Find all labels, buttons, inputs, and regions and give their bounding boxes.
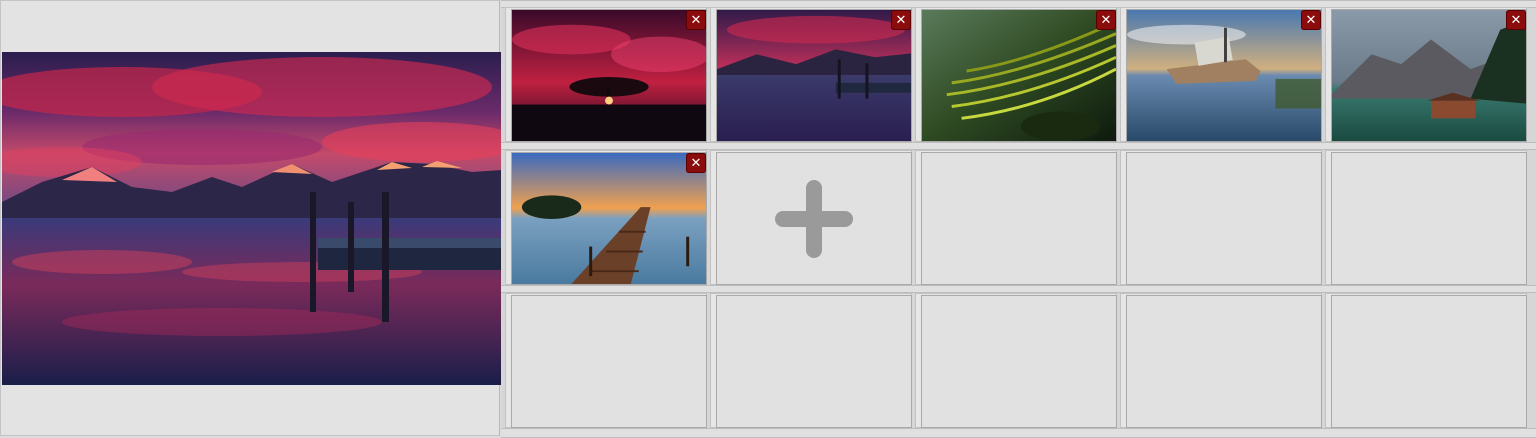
empty-cell xyxy=(716,295,912,428)
grid-slot xyxy=(915,293,1117,428)
grid-slot xyxy=(710,293,912,428)
grid-slot xyxy=(505,293,707,428)
plus-icon xyxy=(775,179,853,258)
thumbnail-wooden-pier[interactable] xyxy=(512,153,706,284)
empty-cell xyxy=(511,295,707,428)
thumbnail-shipwreck[interactable] xyxy=(1127,10,1321,141)
row-separator xyxy=(501,428,1536,438)
empty-cell xyxy=(1126,152,1322,285)
preview-pane xyxy=(0,0,502,436)
image-cell[interactable]: ✕ xyxy=(1126,9,1322,142)
image-cell[interactable]: ✕ xyxy=(716,9,912,142)
image-grid: ✕ ✕ ✕ ✕ ✕ ✕ xyxy=(501,0,1536,438)
grid-slot: ✕ xyxy=(710,7,912,142)
thumbnail-red-sky-tree[interactable] xyxy=(512,10,706,141)
empty-cell xyxy=(921,152,1117,285)
empty-cell xyxy=(1331,152,1527,285)
grid-slot xyxy=(915,150,1117,285)
image-cell[interactable]: ✕ xyxy=(511,152,707,285)
remove-image-button[interactable]: ✕ xyxy=(1301,10,1321,30)
remove-image-button[interactable]: ✕ xyxy=(891,10,911,30)
thumbnail-lake-dock[interactable] xyxy=(717,10,911,141)
grid-slot: ✕ xyxy=(505,150,707,285)
grid-slot xyxy=(1120,150,1322,285)
empty-cell xyxy=(1126,295,1322,428)
remove-image-button[interactable]: ✕ xyxy=(686,153,706,173)
row-separator xyxy=(501,285,1536,293)
thumbnail-mountain-lake[interactable] xyxy=(1332,10,1526,141)
grid-slot xyxy=(1325,293,1527,428)
remove-image-button[interactable]: ✕ xyxy=(686,10,706,30)
row-separator xyxy=(501,142,1536,150)
thumbnail-rice-terraces[interactable] xyxy=(922,10,1116,141)
remove-image-button[interactable]: ✕ xyxy=(1096,10,1116,30)
empty-cell xyxy=(921,295,1117,428)
image-cell[interactable]: ✕ xyxy=(511,9,707,142)
grid-slot: ✕ xyxy=(1120,7,1322,142)
preview-image xyxy=(2,52,502,385)
image-cell[interactable]: ✕ xyxy=(921,9,1117,142)
grid-slot xyxy=(1325,150,1527,285)
remove-image-button[interactable]: ✕ xyxy=(1506,10,1526,30)
add-image-button[interactable] xyxy=(716,152,912,285)
grid-slot: ✕ xyxy=(505,7,707,142)
empty-cell xyxy=(1331,295,1527,428)
grid-slot: ✕ xyxy=(915,7,1117,142)
image-cell[interactable]: ✕ xyxy=(1331,9,1527,142)
grid-slot xyxy=(1120,293,1322,428)
grid-slot: ✕ xyxy=(1325,7,1527,142)
grid-slot xyxy=(710,150,912,285)
